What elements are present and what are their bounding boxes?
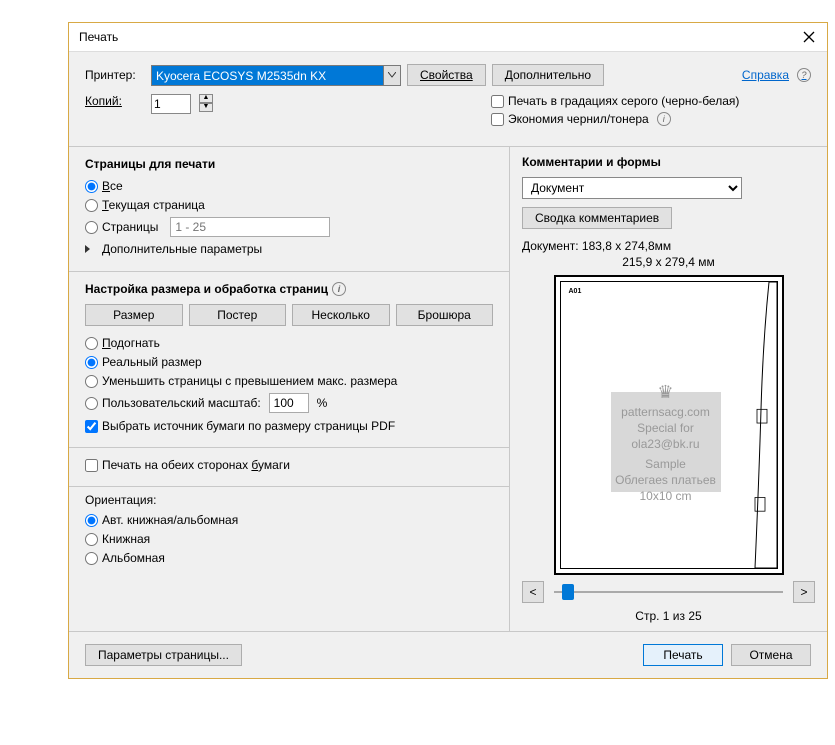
percent-label: % (317, 396, 328, 410)
size-button[interactable]: Размер (85, 304, 183, 326)
grayscale-checkbox[interactable] (491, 95, 504, 108)
info-icon[interactable]: i (332, 282, 346, 296)
duplex-label: Печать на обеих сторонах бумаги (102, 458, 290, 472)
grayscale-label: Печать в градациях серого (черно-белая) (508, 94, 739, 108)
orient-auto-label: Авт. книжная/альбомная (102, 513, 238, 527)
pages-all-radio[interactable] (85, 180, 98, 193)
orient-landscape-label: Альбомная (102, 551, 165, 565)
preview-box: A01 ♛ patternsacg.com Special for ola23@… (554, 275, 784, 575)
papersource-label: Выбрать источник бумаги по размеру стран… (102, 419, 395, 433)
custom-scale-input[interactable] (269, 393, 309, 413)
printer-value: Kyocera ECOSYS M2535dn KX (151, 65, 383, 86)
multiple-button[interactable]: Несколько (292, 304, 390, 326)
savetoner-checkbox[interactable] (491, 113, 504, 126)
shrink-label: Уменьшить страницы с превышением макс. р… (102, 374, 397, 388)
page-setup-button[interactable]: Параметры страницы... (85, 644, 242, 666)
info-icon[interactable]: i (657, 112, 671, 126)
fit-radio[interactable] (85, 337, 98, 350)
actual-radio[interactable] (85, 356, 98, 369)
orientation-title: Ориентация: (85, 493, 493, 507)
orient-landscape-radio[interactable] (85, 552, 98, 565)
fit-label: Подогнать (102, 336, 160, 350)
prev-page-button[interactable]: < (522, 581, 544, 603)
sheet-dimensions: 215,9 x 279,4 мм (522, 255, 815, 269)
pages-range-label: Страницы (102, 220, 158, 234)
orient-portrait-label: Книжная (102, 532, 150, 546)
help-icon: ? (797, 68, 811, 82)
actual-label: Реальный размер (102, 355, 202, 369)
next-page-button[interactable]: > (793, 581, 815, 603)
preview-tile-label: A01 (569, 288, 582, 295)
pages-range-radio[interactable] (85, 221, 98, 234)
pages-current-radio[interactable] (85, 199, 98, 212)
spinner-down-icon[interactable]: ▼ (199, 103, 213, 112)
summary-button[interactable]: Сводка комментариев (522, 207, 672, 229)
more-options-label: Дополнительные параметры (102, 242, 262, 256)
properties-button[interactable]: Свойства (407, 64, 486, 86)
printer-label: Принтер: (85, 68, 145, 82)
preview-watermark: ♛ patternsacg.com Special for ola23@bk.r… (611, 392, 721, 492)
comments-select[interactable]: Документ (522, 177, 742, 199)
copies-spinner[interactable]: ▲ ▼ (199, 94, 213, 112)
chevron-down-icon[interactable] (383, 65, 401, 86)
doc-dimensions: Документ: 183,8 x 274,8мм (522, 239, 815, 253)
dress-icon: ♛ (657, 382, 673, 403)
duplex-checkbox[interactable] (85, 459, 98, 472)
poster-button[interactable]: Постер (189, 304, 287, 326)
pages-all-label: Все (102, 179, 123, 193)
close-icon[interactable] (801, 29, 817, 45)
spinner-up-icon[interactable]: ▲ (199, 94, 213, 103)
pages-title: Страницы для печати (85, 157, 493, 171)
papersource-checkbox[interactable] (85, 420, 98, 433)
titlebar: Печать (69, 23, 827, 52)
advanced-button[interactable]: Дополнительно (492, 64, 604, 86)
pages-range-input[interactable] (170, 217, 330, 237)
printer-select[interactable]: Kyocera ECOSYS M2535dn KX (151, 65, 401, 86)
triangle-right-icon (85, 245, 94, 253)
page-slider[interactable] (554, 591, 783, 593)
preview-shape (749, 282, 777, 568)
savetoner-label: Экономия чернил/тонера (508, 112, 649, 126)
copies-label: Копий: (85, 94, 145, 108)
shrink-radio[interactable] (85, 375, 98, 388)
custom-label: Пользовательский масштаб: (102, 396, 261, 410)
cancel-button[interactable]: Отмена (731, 644, 811, 666)
print-button[interactable]: Печать (643, 644, 723, 666)
orient-auto-radio[interactable] (85, 514, 98, 527)
custom-radio[interactable] (85, 397, 98, 410)
help-link[interactable]: Справка ? (742, 68, 811, 82)
comments-title: Комментарии и формы (522, 155, 815, 169)
slider-thumb[interactable] (562, 584, 574, 600)
more-options-toggle[interactable]: Дополнительные параметры (85, 242, 493, 256)
dialog-title: Печать (79, 30, 801, 44)
copies-input[interactable] (151, 94, 191, 114)
sizing-title: Настройка размера и обработка страниц i (85, 282, 493, 296)
pages-current-label: Текущая страница (102, 198, 205, 212)
print-dialog: Печать Принтер: Kyocera ECOSYS M2535dn K… (68, 22, 828, 679)
booklet-button[interactable]: Брошюра (396, 304, 494, 326)
orient-portrait-radio[interactable] (85, 533, 98, 546)
page-indicator: Стр. 1 из 25 (522, 609, 815, 623)
